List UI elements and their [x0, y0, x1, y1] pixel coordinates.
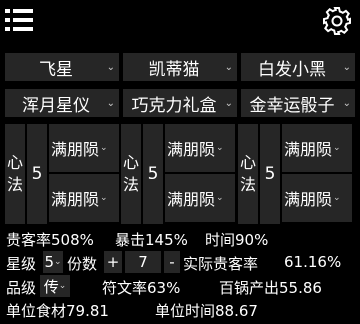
- char-select-3[interactable]: 白发小黑 ⌄: [241, 53, 355, 81]
- grade-label: 品级: [6, 279, 37, 297]
- chevron-down-icon: ⌄: [224, 62, 233, 73]
- char-select-label: 巧克力礼盒: [131, 95, 217, 116]
- star-label: 星级: [6, 255, 37, 273]
- xinfa-slot-select[interactable]: 满朋陨 ⌄: [282, 174, 352, 222]
- chevron-down-icon: ⌄: [216, 193, 224, 203]
- chevron-down-icon: ⌄: [333, 143, 341, 153]
- guest-rate: 贵客率508%: [6, 231, 94, 249]
- fuwen-rate: 符文率63%: [102, 279, 181, 297]
- char-select-4[interactable]: 浑月星仪 ⌄: [5, 89, 119, 117]
- actual-guest-value: 61.16%: [284, 253, 342, 271]
- time-rate: 时间90%: [205, 231, 269, 249]
- char-select-2[interactable]: 凯蒂猫 ⌄: [123, 53, 237, 81]
- chevron-down-icon: ⌄: [342, 98, 351, 109]
- unit-food: 单位食材79.81: [6, 302, 109, 320]
- char-select-label: 凯蒂猫: [148, 59, 200, 80]
- char-select-label: 浑月星仪: [22, 95, 90, 116]
- menu-icon[interactable]: [5, 7, 33, 33]
- char-select-label: 白发小黑: [258, 59, 326, 80]
- xinfa-slot-select[interactable]: 满朋陨 ⌄: [49, 174, 119, 222]
- star-select[interactable]: 5 ⌄: [43, 251, 63, 273]
- count-minus-button[interactable]: -: [164, 251, 180, 273]
- chevron-down-icon: ⌄: [216, 143, 224, 153]
- xinfa-level-select[interactable]: 5: [27, 124, 47, 224]
- xinfa-label: 心 法: [238, 124, 258, 224]
- xinfa-slot-select[interactable]: 满朋陨 ⌄: [165, 124, 235, 172]
- xinfa-label: 心 法: [5, 124, 25, 224]
- xinfa-slot-select[interactable]: 满朋陨 ⌄: [282, 124, 352, 172]
- xinfa-level-select[interactable]: 5: [143, 124, 163, 224]
- pot-output: 百锅产出55.86: [219, 279, 322, 297]
- char-select-5[interactable]: 巧克力礼盒 ⌄: [123, 89, 237, 117]
- char-select-1[interactable]: 飞星 ⌄: [5, 53, 119, 81]
- chevron-down-icon: ⌄: [100, 143, 108, 153]
- chevron-down-icon: ⌄: [333, 193, 341, 203]
- chevron-down-icon: ⌄: [58, 281, 67, 291]
- char-select-label: 飞星: [39, 59, 73, 80]
- grade-select[interactable]: 传 ⌄: [40, 275, 70, 297]
- xinfa-slot-select[interactable]: 满朋陨 ⌄: [49, 124, 119, 172]
- xinfa-label: 心 法: [121, 124, 141, 224]
- xinfa-slot-select[interactable]: 满朋陨 ⌄: [165, 174, 235, 222]
- count-plus-button[interactable]: +: [104, 251, 122, 273]
- xinfa-level-select[interactable]: 5: [260, 124, 280, 224]
- gear-icon[interactable]: [322, 6, 352, 36]
- char-select-6[interactable]: 金幸运骰子 ⌄: [241, 89, 355, 117]
- chevron-down-icon: ⌄: [224, 98, 233, 109]
- chevron-down-icon: ⌄: [342, 62, 351, 73]
- crit-rate: 暴击145%: [115, 231, 188, 249]
- count-value: 7: [125, 251, 161, 273]
- unit-time: 单位时间88.67: [155, 302, 258, 320]
- count-label: 份数: [67, 255, 98, 273]
- chevron-down-icon: ⌄: [54, 257, 62, 267]
- chevron-down-icon: ⌄: [106, 62, 115, 73]
- chevron-down-icon: ⌄: [100, 193, 108, 203]
- char-select-label: 金幸运骰子: [249, 95, 335, 116]
- actual-guest-label: 实际贵客率: [183, 255, 259, 273]
- chevron-down-icon: ⌄: [106, 98, 115, 109]
